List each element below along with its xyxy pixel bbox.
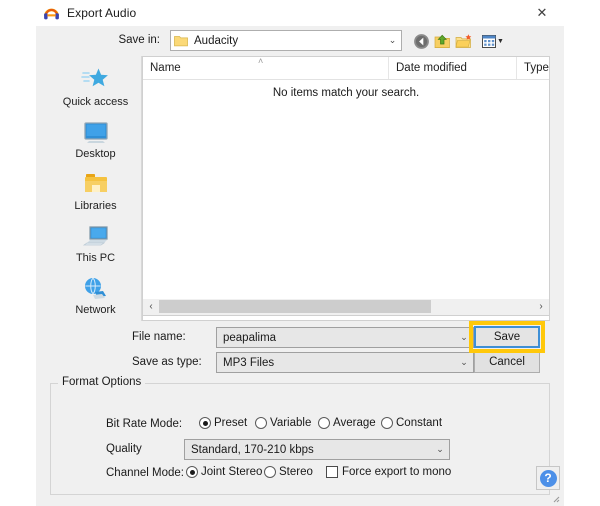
sidebar-item-this-pc[interactable]: This PC [50, 220, 141, 272]
computer-icon [50, 220, 141, 250]
quality-select[interactable]: Standard, 170-210 kbps ⌄ [184, 439, 450, 460]
column-header-type[interactable]: Type [517, 57, 549, 79]
radio-bitrate-variable[interactable]: Variable [255, 417, 311, 429]
sidebar-item-label: Libraries [74, 200, 117, 212]
quality-value: Standard, 170-210 kbps [191, 443, 314, 456]
column-header-date-modified[interactable]: Date modified [389, 57, 517, 79]
sidebar-item-desktop[interactable]: Desktop [50, 116, 141, 168]
radio-icon [199, 417, 211, 429]
save-in-value: Audacity [194, 34, 239, 47]
radio-bitrate-constant[interactable]: Constant [381, 417, 442, 429]
star-icon [50, 64, 141, 94]
title-bar: Export Audio ✕ [36, 0, 564, 26]
format-options-title: Format Options [58, 376, 146, 388]
audacity-headphones-icon [42, 4, 60, 22]
radio-label: Constant [396, 417, 443, 429]
radio-icon [255, 417, 267, 429]
horizontal-scrollbar[interactable]: ‹ › [142, 299, 550, 316]
save-as-type-value: MP3 Files [223, 356, 275, 369]
radio-icon [318, 417, 330, 429]
radio-label: Preset [214, 417, 248, 429]
save-in-row: Save in: Audacity ⌄ ▼ [36, 30, 564, 52]
column-header-label: Name [150, 62, 181, 74]
help-button[interactable]: ? [536, 466, 560, 490]
radio-channel-joint-stereo[interactable]: Joint Stereo [186, 466, 262, 478]
resize-grip[interactable] [550, 493, 560, 503]
column-header-label: Type [524, 62, 549, 74]
chevron-down-icon[interactable]: ⌄ [431, 444, 449, 455]
sidebar-item-quick-access[interactable]: Quick access [50, 64, 141, 116]
radio-icon [381, 417, 393, 429]
column-header-name[interactable]: Name ˄ [143, 57, 389, 79]
chevron-down-icon[interactable]: ⌄ [455, 357, 473, 368]
places-bar: Quick access Desktop Libraries This PC N… [50, 56, 142, 321]
radio-icon [186, 466, 198, 478]
monitor-icon [50, 116, 141, 146]
create-new-folder-button[interactable] [453, 31, 473, 51]
radio-bitrate-preset[interactable]: Preset [199, 417, 247, 429]
checkbox-force-export-to-mono[interactable]: Force export to mono [326, 466, 451, 478]
radio-icon [264, 466, 276, 478]
export-audio-dialog: Export Audio ✕ Save in: Audacity ⌄ ▼ Qui… [36, 0, 564, 506]
column-header-label: Date modified [396, 62, 467, 74]
sidebar-item-libraries[interactable]: Libraries [50, 168, 141, 220]
cancel-button[interactable]: Cancel [474, 351, 540, 373]
sidebar-item-label: This PC [75, 252, 116, 264]
network-globe-icon [50, 272, 141, 302]
save-button[interactable]: Save [474, 326, 540, 348]
question-mark-icon: ? [539, 469, 557, 487]
scroll-right-icon[interactable]: › [533, 299, 549, 314]
empty-list-message: No items match your search. [272, 87, 420, 99]
up-one-level-button[interactable] [432, 31, 452, 51]
back-button[interactable] [411, 31, 431, 51]
chevron-down-icon[interactable]: ▼ [497, 38, 504, 45]
sidebar-item-label: Network [75, 304, 116, 316]
sidebar-item-label: Desktop [75, 148, 116, 160]
radio-label: Variable [270, 417, 312, 429]
scrollbar-thumb[interactable] [159, 300, 431, 313]
scroll-left-icon[interactable]: ‹ [143, 299, 159, 314]
save-as-type-select[interactable]: MP3 Files ⌄ [216, 352, 474, 373]
sort-ascending-icon: ˄ [258, 56, 264, 66]
radio-bitrate-average[interactable]: Average [318, 417, 376, 429]
save-as-type-label: Save as type: [132, 356, 202, 368]
file-list-header: Name ˄ Date modified Type [143, 57, 549, 80]
chevron-down-icon[interactable]: ⌄ [455, 332, 473, 343]
sidebar-item-label: Quick access [62, 96, 129, 108]
folder-icon [50, 168, 141, 198]
quality-label: Quality [106, 443, 142, 455]
sidebar-item-network[interactable]: Network [50, 272, 141, 324]
views-button[interactable] [479, 31, 499, 51]
radio-channel-stereo[interactable]: Stereo [264, 466, 313, 478]
close-icon[interactable]: ✕ [520, 0, 564, 26]
file-name-label: File name: [132, 331, 186, 343]
window-title: Export Audio [67, 6, 137, 20]
file-name-input[interactable]: peapalima ⌄ [216, 327, 474, 348]
radio-label: Stereo [279, 466, 313, 478]
chevron-down-icon[interactable]: ⌄ [384, 35, 401, 46]
checkbox-label: Force export to mono [342, 466, 452, 478]
checkbox-icon [326, 466, 338, 478]
bit-rate-mode-label: Bit Rate Mode: [106, 418, 183, 430]
folder-icon [174, 35, 188, 47]
file-list[interactable]: Name ˄ Date modified Type No items match… [142, 56, 550, 321]
channel-mode-label: Channel Mode: [106, 467, 184, 479]
radio-label: Joint Stereo [201, 466, 263, 478]
save-in-label: Save in: [118, 34, 160, 46]
scrollbar-track[interactable] [159, 300, 533, 313]
file-name-value: peapalima [223, 331, 277, 344]
save-in-combo[interactable]: Audacity ⌄ [170, 30, 402, 51]
radio-label: Average [333, 417, 376, 429]
